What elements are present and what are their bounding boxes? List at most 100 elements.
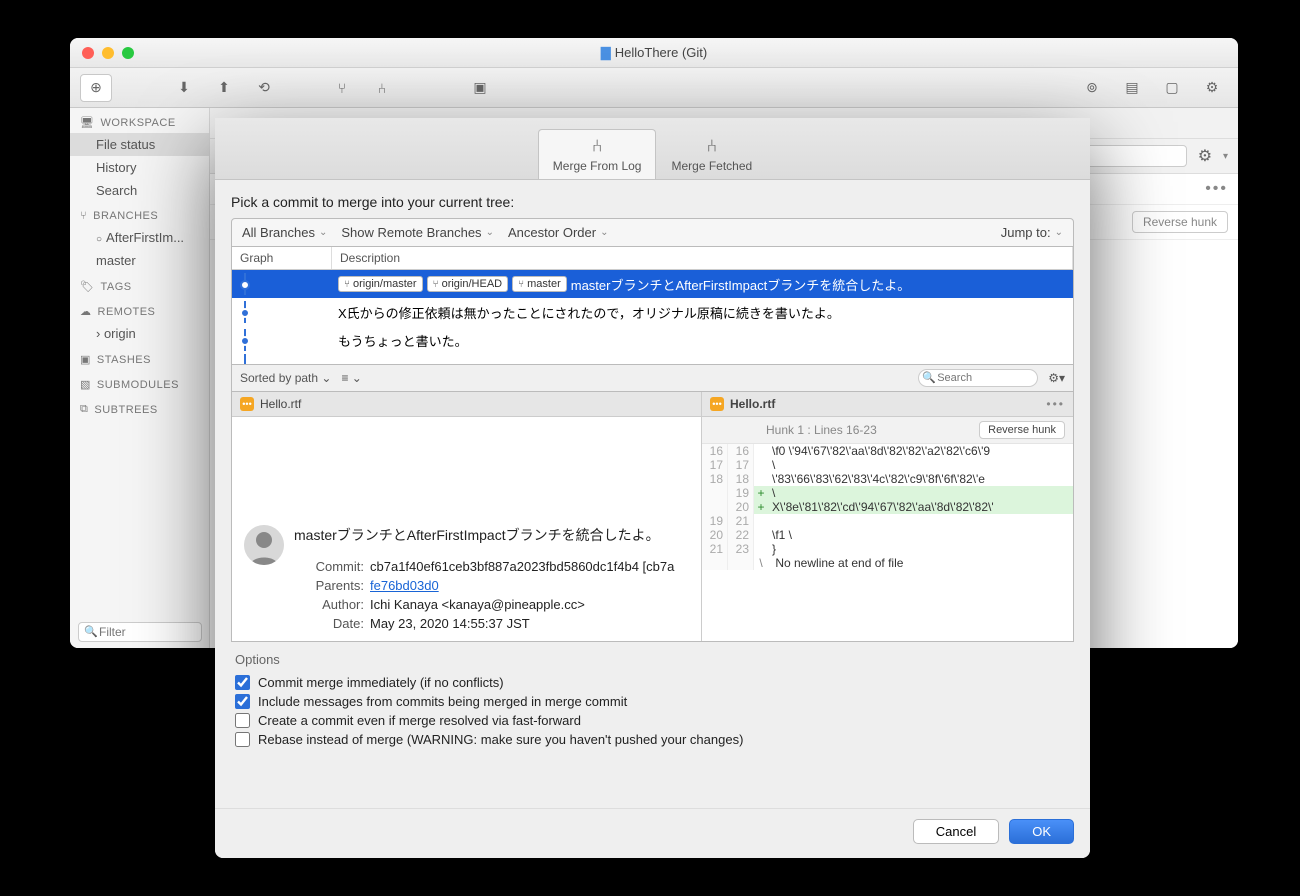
- push-button[interactable]: ⬆: [208, 74, 240, 102]
- diff-line: 19+\: [702, 486, 1073, 500]
- commit-button[interactable]: ⊕: [80, 74, 112, 102]
- sidebar-search[interactable]: Search: [70, 179, 209, 202]
- filter-ancestor-order[interactable]: Ancestor Order: [508, 225, 609, 240]
- parents-link[interactable]: fe76bd03d0: [370, 578, 689, 593]
- sidebar-branch-master[interactable]: master: [70, 249, 209, 272]
- file-name-left: Hello.rtf: [260, 397, 301, 411]
- pane-left: ••• Hello.rtf masterブランチとAfterFirstImpac…: [232, 392, 702, 641]
- folder-icon: ▇: [601, 45, 611, 60]
- commit-dot-icon: [240, 308, 250, 318]
- more-icon[interactable]: •••: [1205, 180, 1228, 197]
- log-row-2[interactable]: もうちょっと書いた。: [232, 326, 1073, 354]
- log-row-2-text: もうちょっと書いた。: [338, 331, 468, 350]
- gear-icon[interactable]: ⚙▾: [1048, 371, 1065, 385]
- file-header-left[interactable]: ••• Hello.rtf: [232, 392, 701, 417]
- tab-merge-fetched[interactable]: ⑃ Merge Fetched: [656, 129, 767, 179]
- opt-commit-immediately[interactable]: Commit merge immediately (if no conflict…: [235, 673, 1070, 692]
- opt-rebase[interactable]: Rebase instead of merge (WARNING: make s…: [235, 730, 1070, 749]
- modal-prompt: Pick a commit to merge into your current…: [231, 194, 1074, 210]
- sidebar-filter[interactable]: 🔍: [78, 622, 202, 642]
- window-title: ▇HelloThere (Git): [70, 45, 1238, 61]
- settings-button[interactable]: ⚙: [1196, 74, 1228, 102]
- checkbox-create-commit-ff[interactable]: [235, 713, 250, 728]
- commit-dot-icon: [240, 336, 250, 346]
- log-row-1-text: X氏からの修正依頼は無かったことにされたので，オリジナル原稿に続きを書いたよ。: [338, 303, 840, 322]
- merge-fetched-icon: ⑃: [671, 136, 752, 157]
- diff-view: 1616\f0 \'94\'67\'82\'aa\'8d\'82\'82\'a2…: [702, 444, 1073, 570]
- merge-log-icon: ⑃: [553, 136, 642, 157]
- diff-line: 2022\f1 \: [702, 528, 1073, 542]
- badge-master: ⑂master: [512, 276, 567, 292]
- ok-button[interactable]: OK: [1009, 819, 1074, 844]
- pull-button[interactable]: ⬇: [168, 74, 200, 102]
- sidebar: 🖥 WORKSPACE File status History Search ⑂…: [70, 108, 210, 648]
- sidebar-branch-afterfirst[interactable]: AfterFirstIm...: [70, 226, 209, 249]
- sidebar-branches-header: ⑂ BRANCHES: [70, 202, 209, 226]
- sidebar-file-status[interactable]: File status: [70, 133, 209, 156]
- branch-icon: ⑂: [344, 279, 350, 290]
- file-header-right[interactable]: ••• Hello.rtf •••: [702, 392, 1073, 417]
- reverse-hunk-button[interactable]: Reverse hunk: [979, 421, 1065, 439]
- commit-info: masterブランチとAfterFirstImpactブランチを統合したよ。 C…: [232, 515, 701, 641]
- cancel-button[interactable]: Cancel: [913, 819, 999, 844]
- subtree-icon: ⧉: [80, 403, 88, 416]
- sidebar-tags-header: 🏷 TAGS: [70, 272, 209, 297]
- log-table: Graph Description ⑂origin/master ⑂origin…: [231, 247, 1074, 365]
- sidebar-history[interactable]: History: [70, 156, 209, 179]
- fetch-button[interactable]: ⟲: [248, 74, 280, 102]
- gear-icon[interactable]: ⚙: [1195, 146, 1215, 166]
- tag-icon: 🏷: [80, 280, 94, 293]
- titlebar: ▇HelloThere (Git): [70, 38, 1238, 68]
- reverse-hunk-button-bg[interactable]: Reverse hunk: [1132, 211, 1228, 233]
- col-graph: Graph: [232, 247, 332, 269]
- diff-line: 1818\'83\'66\'83\'62\'83\'4c\'82\'c9\'8f…: [702, 472, 1073, 486]
- terminal-button[interactable]: ▤: [1116, 74, 1148, 102]
- sidebar-remote-origin[interactable]: › origin: [70, 322, 209, 345]
- sidebar-workspace-header: 🖥 WORKSPACE: [70, 108, 209, 133]
- branch-button[interactable]: ⑂: [326, 74, 358, 102]
- checkbox-rebase[interactable]: [235, 732, 250, 747]
- diff-line: 20+X\'8e\'81\'82\'cd\'94\'67\'82\'aa\'8d…: [702, 500, 1073, 514]
- merge-button[interactable]: ⑃: [366, 74, 398, 102]
- mid-search-input[interactable]: [918, 369, 1038, 387]
- diff-line: 2123}: [702, 542, 1073, 556]
- branch-icon: ⑂: [518, 279, 524, 290]
- avatar: [244, 525, 284, 565]
- filter-all-branches[interactable]: All Branches: [242, 225, 327, 240]
- opt-create-commit-ff[interactable]: Create a commit even if merge resolved v…: [235, 711, 1070, 730]
- file-status-icon: •••: [240, 397, 254, 411]
- checkbox-include-messages[interactable]: [235, 694, 250, 709]
- sidebar-subtrees-header: ⧉ SUBTREES: [70, 395, 209, 420]
- modal-tabs: ⑃ Merge From Log ⑃ Merge Fetched: [215, 118, 1090, 180]
- tab-merge-from-log[interactable]: ⑃ Merge From Log: [538, 129, 657, 179]
- sorted-by-path[interactable]: Sorted by path ⌄: [240, 371, 331, 385]
- filter-show-remote[interactable]: Show Remote Branches: [341, 225, 494, 240]
- toolbar: ⊕ ⬇ ⬆ ⟲ ⑂ ⑃ ▣ ⊚ ▤ ▢ ⚙: [70, 68, 1238, 108]
- log-row-1[interactable]: X氏からの修正依頼は無かったことにされたので，オリジナル原稿に続きを書いたよ。: [232, 298, 1073, 326]
- log-row-0[interactable]: ⑂origin/master ⑂origin/HEAD ⑂master mast…: [232, 270, 1073, 298]
- commit-dot-icon: [240, 280, 250, 290]
- jump-to[interactable]: Jump to:: [1001, 225, 1063, 240]
- checkbox-commit-immediately[interactable]: [235, 675, 250, 690]
- stash-button[interactable]: ▣: [464, 74, 496, 102]
- opt-include-messages[interactable]: Include messages from commits being merg…: [235, 692, 1070, 711]
- author-label: Author:: [294, 597, 364, 612]
- log-row-3[interactable]: [232, 354, 1073, 364]
- search-icon: 🔍: [84, 625, 98, 638]
- hunk-label: Hunk 1 : Lines 16-23: [766, 423, 877, 437]
- diff-line: 1616\f0 \'94\'67\'82\'aa\'8d\'82\'82\'a2…: [702, 444, 1073, 458]
- file-status-icon: •••: [710, 397, 724, 411]
- remote-button[interactable]: ⊚: [1076, 74, 1108, 102]
- log-row-0-text: masterブランチとAfterFirstImpactブランチを統合したよ。: [571, 275, 910, 294]
- sidebar-remotes-header: ☁ REMOTES: [70, 297, 209, 322]
- options-section: Options Commit merge immediately (if no …: [231, 642, 1074, 755]
- log-filter-row: All Branches Show Remote Branches Ancest…: [231, 218, 1074, 247]
- monitor-icon: 🖥: [80, 116, 94, 129]
- commit-hash: cb7a1f40ef61ceb3bf887a2023fbd5860dc1f4b4…: [370, 559, 689, 574]
- commit-label: Commit:: [294, 559, 364, 574]
- stash-icon: ▣: [80, 353, 91, 366]
- view-mode-icon[interactable]: ≡ ⌄: [341, 371, 361, 385]
- merge-modal: ⑃ Merge From Log ⑃ Merge Fetched Pick a …: [215, 118, 1090, 858]
- more-icon[interactable]: •••: [1046, 397, 1065, 411]
- explorer-button[interactable]: ▢: [1156, 74, 1188, 102]
